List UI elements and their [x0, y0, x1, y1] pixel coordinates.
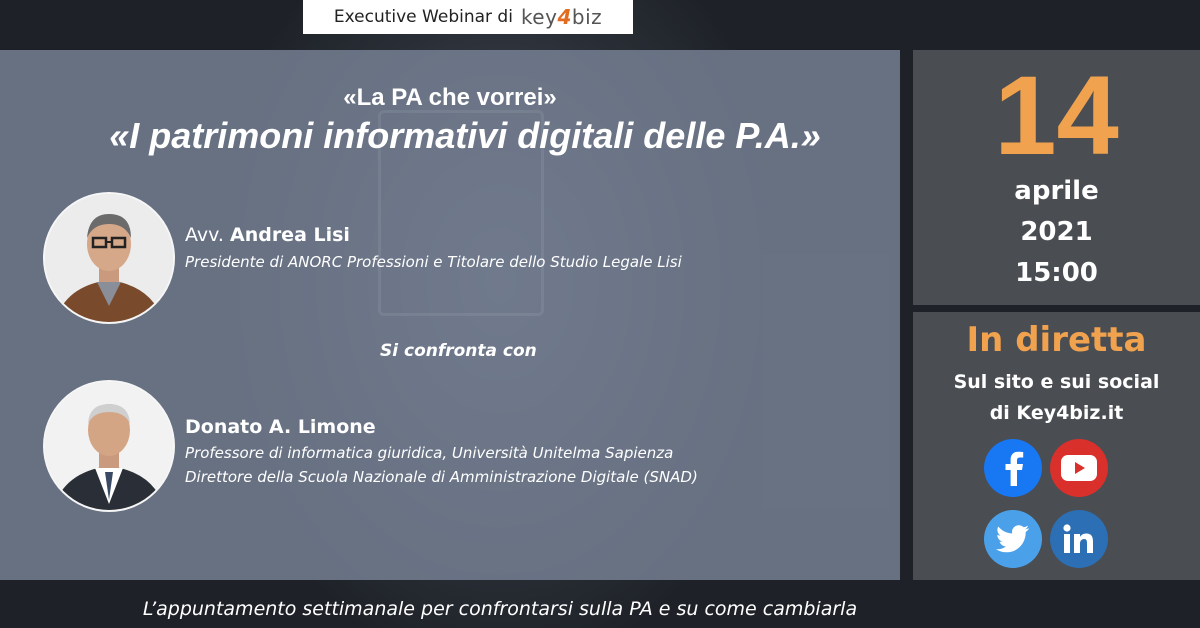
youtube-icon[interactable] [1050, 439, 1108, 497]
date-time: 15:00 [1015, 258, 1098, 288]
brand-logo: key4biz [520, 5, 603, 29]
versus-text: Si confronta con [380, 341, 537, 361]
date-day: 14 [994, 53, 1119, 178]
twitter-icon[interactable] [984, 510, 1042, 568]
date-year: 2021 [1020, 217, 1093, 247]
avatar-speaker-2 [43, 380, 175, 512]
date-month: aprile [1014, 176, 1099, 206]
event-title: «I patrimoni informativi digitali delle … [109, 115, 821, 156]
linkedin-icon[interactable] [1050, 510, 1108, 568]
speaker-1-role: Presidente di ANORC Professioni e Titola… [185, 253, 682, 271]
facebook-icon[interactable] [984, 439, 1042, 497]
avatar-speaker-1 [43, 192, 175, 324]
speaker-2-name: Donato A. Limone [185, 416, 376, 438]
live-line-1: Sul sito e sui social [953, 371, 1160, 393]
header-label: Executive Webinar di [333, 7, 513, 27]
live-title: In diretta [966, 320, 1147, 360]
speaker-2-role-1: Professore di informatica giuridica, Uni… [185, 444, 674, 462]
header-badge: Executive Webinar di key4biz [303, 0, 633, 34]
speaker-1-name: Avv. Andrea Lisi [185, 224, 350, 246]
footer-tagline: L’appuntamento settimanale per confronta… [142, 598, 858, 620]
speaker-2-role-2: Direttore della Scuola Nazionale di Ammi… [185, 468, 698, 486]
live-line-2: di Key4biz.it [989, 402, 1124, 424]
event-series: «La PA che vorrei» [343, 84, 557, 111]
